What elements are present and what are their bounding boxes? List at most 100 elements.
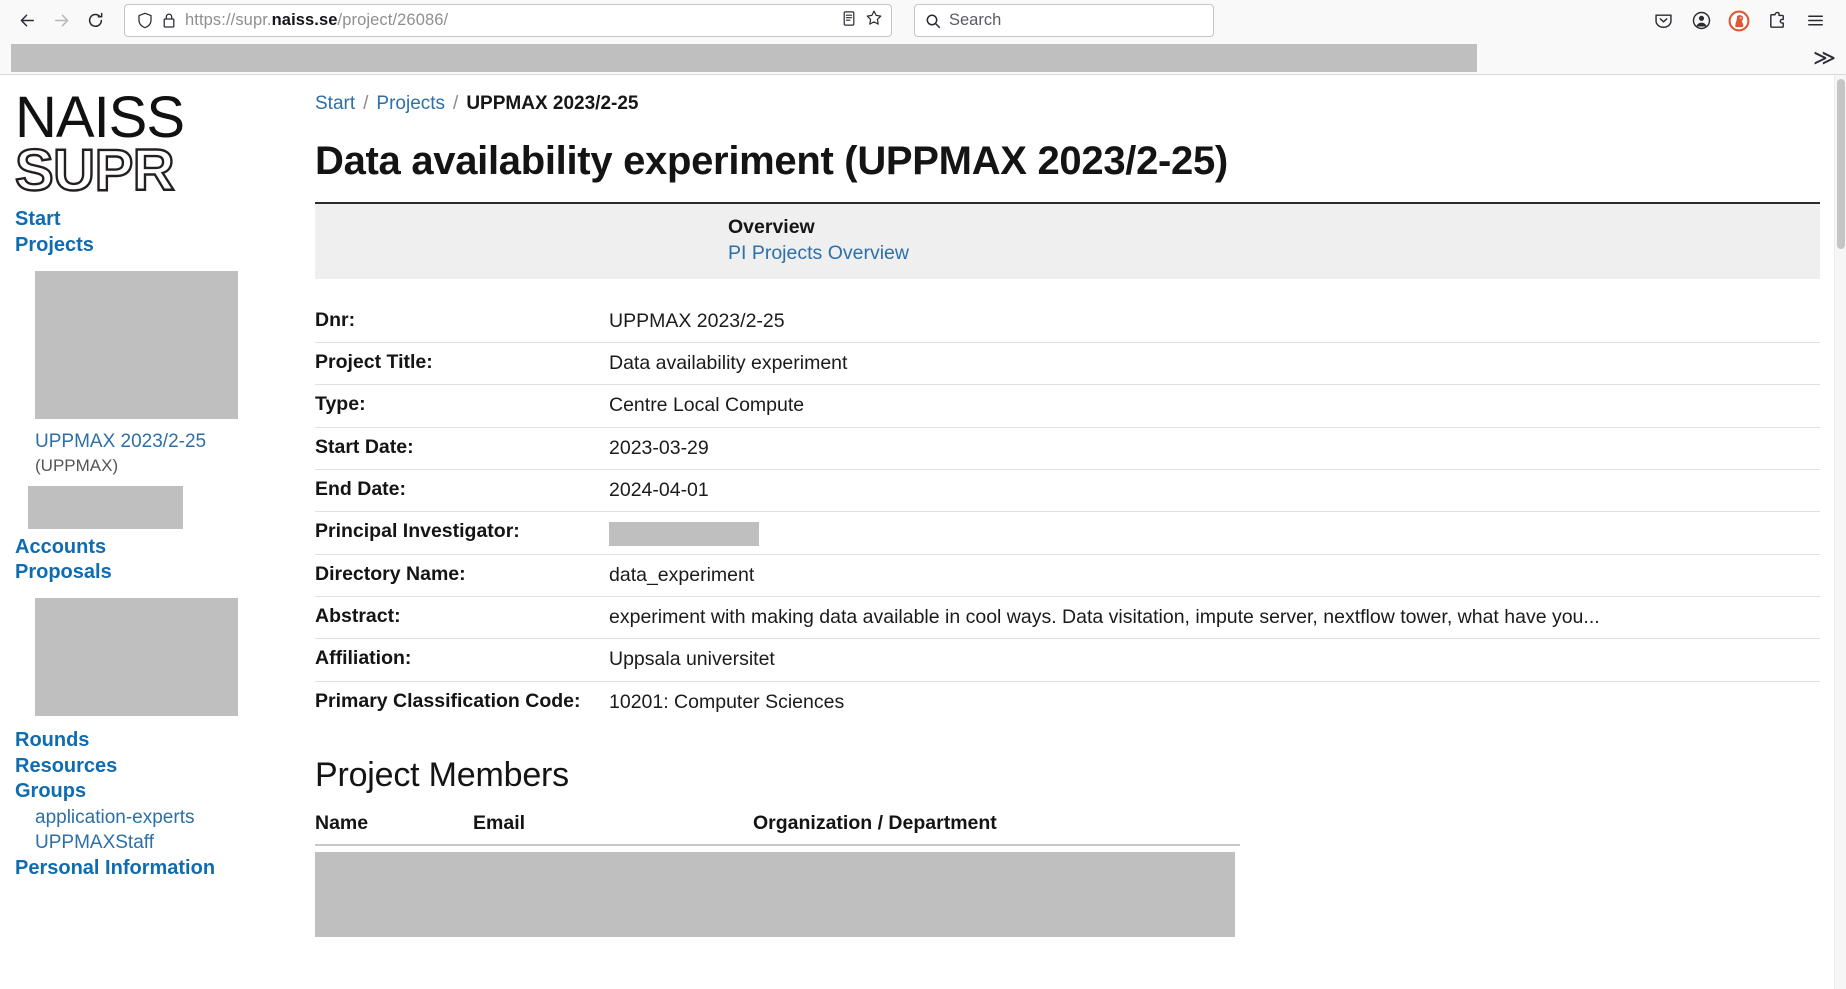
search-input[interactable]: Search — [949, 11, 1001, 30]
page-scrollbar[interactable] — [1834, 75, 1846, 989]
members-column-name: Name — [315, 812, 473, 847]
breadcrumb-current: UPPMAX 2023/2-25 — [466, 93, 639, 114]
row-value-directory-name: data_experiment — [609, 563, 755, 586]
sidebar-item-projects[interactable]: Projects — [15, 233, 305, 259]
sidebar-item-resources[interactable]: Resources — [15, 754, 305, 780]
extensions-button[interactable] — [1760, 4, 1794, 38]
bookmarks-redacted-area[interactable] — [11, 44, 1477, 72]
browser-window: https://supr.naiss.se/project/26086/ Sea… — [0, 0, 1846, 989]
overview-panel: Overview PI Projects Overview — [315, 201, 1820, 279]
table-row: Dnr: UPPMAX 2023/2-25 — [315, 301, 1820, 343]
row-label-project-title: Project Title: — [315, 350, 433, 373]
scrollbar-thumb[interactable] — [1837, 79, 1845, 249]
table-row: Directory Name: data_experiment — [315, 554, 1820, 596]
sidebar-item-start[interactable]: Start — [15, 207, 305, 233]
url-text: https://supr.naiss.se/project/26086/ — [185, 11, 449, 29]
sidebar-item-rounds[interactable]: Rounds — [15, 728, 305, 754]
breadcrumb-projects[interactable]: Projects — [376, 93, 445, 114]
hamburger-menu-icon — [1805, 10, 1826, 31]
sidebar-group-application-experts[interactable]: application-experts — [35, 805, 305, 831]
supr-logo: SUPR — [14, 137, 176, 203]
row-label-directory-name: Directory Name: — [315, 562, 466, 585]
breadcrumb-separator-1: / — [363, 93, 369, 114]
magnifier-icon — [925, 13, 941, 29]
project-members-table: Name Email Organization / Department — [315, 812, 1240, 938]
table-row: End Date: 2024-04-01 — [315, 469, 1820, 512]
reload-icon — [86, 11, 105, 30]
table-row: Start Date: 2023-03-29 — [315, 427, 1820, 469]
row-label-dnr: Dnr: — [315, 308, 356, 331]
table-row: Principal Investigator: — [315, 511, 1820, 554]
row-value-abstract: experiment with making data available in… — [609, 606, 1600, 629]
row-value-dnr: UPPMAX 2023/2-25 — [609, 309, 785, 332]
forward-button[interactable] — [44, 4, 78, 38]
page-title: Data availability experiment (UPPMAX 202… — [315, 139, 1228, 183]
row-label-primary-classification-code: Primary Classification Code: — [315, 689, 581, 712]
back-arrow-icon — [18, 11, 37, 30]
duckduckgo-extension-icon — [1728, 10, 1750, 32]
address-bar[interactable]: https://supr.naiss.se/project/26086/ — [124, 4, 892, 37]
table-row: Type: Centre Local Compute — [315, 384, 1820, 427]
sidebar-item-accounts[interactable]: Accounts — [15, 535, 305, 561]
sidebar-redacted-block-3 — [35, 598, 238, 717]
sidebar-item-proposals[interactable]: Proposals — [15, 560, 305, 586]
naiss-logo: NAISS — [15, 85, 185, 150]
row-value-principal-investigator — [609, 512, 1820, 554]
pocket-save-button[interactable] — [1646, 4, 1680, 38]
bookmarks-overflow-chevron-icon[interactable]: ≫ — [1813, 46, 1836, 69]
bookmark-star-icon[interactable] — [865, 9, 883, 32]
bookmarks-toolbar: ≫ — [0, 41, 1846, 75]
row-value-primary-classification-code: 10201: Computer Sciences — [609, 690, 845, 713]
forward-arrow-icon — [52, 11, 71, 30]
account-button[interactable] — [1684, 4, 1718, 38]
members-column-email: Email — [473, 812, 753, 847]
row-value-project-title: Data availability experiment — [609, 351, 848, 374]
overview-heading: Overview — [728, 215, 815, 238]
padlock-icon[interactable] — [162, 12, 176, 29]
table-row — [315, 845, 1240, 938]
main-content: Start / Projects / UPPMAX 2023/2-25 Data ava… — [315, 93, 1834, 989]
app-menu-button[interactable] — [1798, 4, 1832, 38]
account-avatar-icon — [1691, 10, 1712, 31]
row-label-principal-investigator: Principal Investigator: — [315, 520, 520, 543]
browser-toolbar: https://supr.naiss.se/project/26086/ Sea… — [0, 0, 1846, 41]
row-value-affiliation: Uppsala universitet — [609, 648, 775, 671]
pi-projects-overview-link[interactable]: PI Projects Overview — [728, 241, 909, 267]
pocket-save-icon — [1653, 10, 1674, 31]
row-label-type: Type: — [315, 393, 366, 416]
sidebar-redacted-block-2 — [28, 485, 183, 529]
page-viewport: NAISS SUPR Start Projects UPPMAX 2023/2-… — [0, 75, 1846, 989]
sidebar-item-groups[interactable]: Groups — [15, 779, 305, 805]
row-value-type: Centre Local Compute — [609, 394, 805, 417]
row-label-abstract: Abstract: — [315, 605, 401, 628]
sidebar-group-uppmaxstaff[interactable]: UPPMAXStaff — [35, 830, 305, 856]
breadcrumb-start[interactable]: Start — [315, 93, 355, 114]
project-info-table: Dnr: UPPMAX 2023/2-25 Project Title: Dat… — [315, 301, 1820, 723]
table-row: Project Title: Data availability experim… — [315, 342, 1820, 384]
breadcrumb: Start / Projects / UPPMAX 2023/2-25 — [315, 93, 1820, 115]
sidebar-project-link[interactable]: UPPMAX 2023/2-25 — [35, 429, 305, 455]
sidebar-redacted-block-1 — [35, 271, 238, 420]
row-label-start-date: Start Date: — [315, 435, 414, 458]
members-header-row: Name Email Organization / Department — [315, 812, 1240, 847]
breadcrumb-separator-2: / — [453, 93, 459, 114]
toolbar-right-icons — [1646, 4, 1836, 38]
reader-view-icon[interactable] — [841, 10, 857, 32]
table-row: Primary Classification Code: 10201: Comp… — [315, 681, 1820, 723]
row-value-start-date: 2023-03-29 — [609, 436, 709, 459]
search-bar[interactable]: Search — [914, 4, 1214, 37]
sidebar: NAISS SUPR Start Projects UPPMAX 2023/2-… — [0, 85, 315, 989]
project-members-heading: Project Members — [315, 756, 569, 795]
back-button[interactable] — [10, 4, 44, 38]
row-label-affiliation: Affiliation: — [315, 647, 412, 670]
row-label-end-date: End Date: — [315, 478, 407, 501]
sidebar-item-personal-information[interactable]: Personal Information — [15, 856, 305, 882]
sidebar-project-centre: (UPPMAX) — [35, 455, 119, 475]
extensions-puzzle-icon — [1767, 10, 1788, 31]
table-row: Affiliation: Uppsala universitet — [315, 638, 1820, 681]
duckduckgo-extension-button[interactable] — [1722, 4, 1756, 38]
members-redacted-cell — [315, 845, 1240, 938]
members-redacted-block — [315, 852, 1235, 938]
tracking-protection-shield-icon[interactable] — [137, 12, 153, 29]
reload-button[interactable] — [78, 4, 112, 38]
